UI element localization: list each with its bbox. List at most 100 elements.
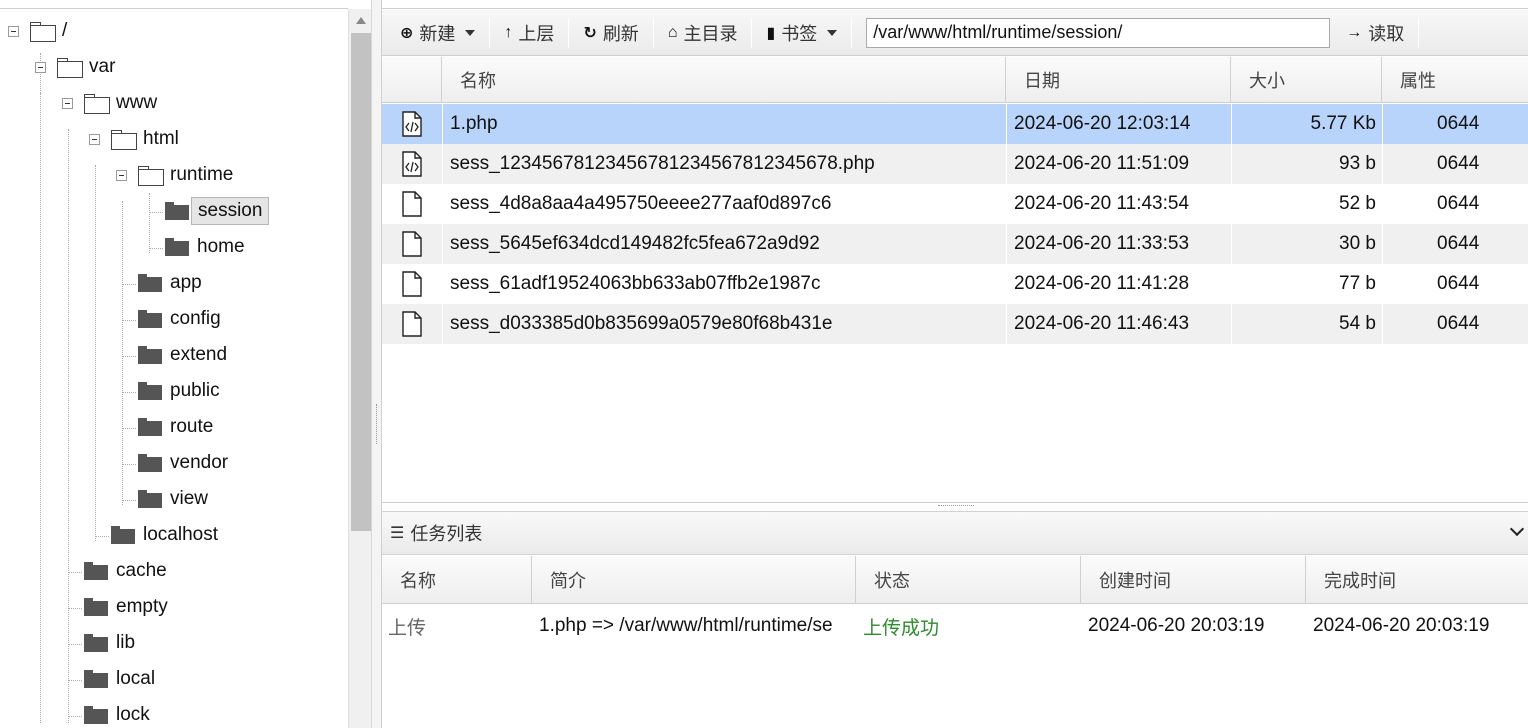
read-label: 读取: [1368, 23, 1405, 45]
up-level-button[interactable]: ↑ 上层: [492, 18, 566, 48]
file-icon-cell: [382, 264, 442, 304]
tree-node-label: home: [197, 236, 245, 257]
panel-splitter[interactable]: [372, 0, 382, 728]
arrow-up-icon: ↑: [504, 23, 513, 41]
tree-node-config[interactable]: config: [138, 301, 221, 337]
tree-node-extend[interactable]: extend: [138, 337, 227, 373]
file-attr: 0644: [1382, 224, 1528, 264]
tree-node-runtime[interactable]: runtime: [138, 157, 233, 193]
tree-guide-line: [149, 193, 150, 253]
task-row[interactable]: 上传 1.php => /var/www/html/runtime/se 上传成…: [382, 605, 1528, 647]
column-header-attr[interactable]: 属性: [1382, 57, 1528, 103]
tree-guide-line: [122, 284, 136, 285]
folder-icon: [84, 706, 108, 724]
tree-node-label: runtime: [170, 164, 234, 185]
toolbar-separator: [1418, 17, 1420, 48]
tree-node-label: vendor: [170, 452, 229, 473]
collapse-toggle-icon[interactable]: [8, 26, 19, 37]
tree-guide-line: [122, 392, 136, 393]
task-column-name[interactable]: 名称: [382, 556, 532, 604]
task-column-created[interactable]: 创建时间: [1081, 556, 1306, 604]
toolbar-separator: [652, 17, 654, 48]
tree-node-route[interactable]: route: [138, 409, 213, 445]
tree-scrollbar[interactable]: [348, 9, 371, 728]
file-size: 93 b: [1231, 144, 1382, 184]
caret-down-icon: [465, 29, 476, 36]
file-date: 2024-06-20 11:46:43: [1006, 304, 1231, 344]
column-header-date[interactable]: 日期: [1006, 57, 1231, 103]
folder-icon: [138, 418, 162, 436]
folder-icon: [138, 454, 162, 472]
task-column-finished[interactable]: 完成时间: [1306, 556, 1528, 604]
splitter-grip[interactable]: [376, 404, 377, 444]
tree-top-border: [0, 0, 348, 9]
tree-node-session[interactable]: session: [165, 193, 270, 229]
tree-node-public[interactable]: public: [138, 373, 220, 409]
tree-node-home[interactable]: home: [165, 229, 245, 265]
folder-icon: [84, 670, 108, 688]
tree-node-lib[interactable]: lib: [84, 625, 135, 661]
toolbar-separator: [851, 17, 853, 48]
home-button[interactable]: ⌂ 主目录: [656, 18, 750, 48]
file-row[interactable]: sess_12345678123456781234567812345678.ph…: [382, 144, 1528, 184]
folder-icon: [111, 526, 135, 544]
column-header-name[interactable]: 名称: [442, 57, 1006, 103]
scroll-up-arrow-icon[interactable]: [356, 17, 366, 24]
column-header-size[interactable]: 大小: [1231, 57, 1382, 103]
tree-node-label-selected: session: [191, 197, 270, 225]
file-row[interactable]: sess_61adf19524063bb633ab07ffb2e1987c 20…: [382, 264, 1528, 304]
file-icon-cell: [382, 304, 442, 344]
file-panel-top-border: [382, 0, 1528, 9]
task-column-desc[interactable]: 简介: [532, 556, 856, 604]
collapse-toggle-icon[interactable]: [62, 98, 73, 109]
file-row[interactable]: sess_4d8a8aa4a495750eeee277aaf0d897c6 20…: [382, 184, 1528, 224]
path-input[interactable]: [866, 17, 1331, 48]
file-attr: 0644: [1382, 184, 1528, 224]
file-row[interactable]: sess_d033385d0b835699a0579e80f68b431e 20…: [382, 304, 1528, 344]
caret-down-icon: [827, 29, 838, 36]
read-button[interactable]: → 读取: [1330, 18, 1416, 48]
file-date: 2024-06-20 11:43:54: [1006, 184, 1231, 224]
tree-node-label: var: [89, 56, 116, 77]
bookmark-button[interactable]: ▮ 书签: [754, 18, 849, 48]
tree-node-view[interactable]: view: [138, 481, 208, 517]
tree-node-local[interactable]: local: [84, 661, 155, 697]
plus-circle-icon: ⊕: [400, 24, 414, 42]
up-level-label: 上层: [518, 23, 555, 45]
tree-node-label: extend: [170, 344, 228, 365]
scrollbar-thumb[interactable]: [351, 33, 371, 531]
tree-node-label: empty: [116, 596, 168, 617]
tree-node-vendor[interactable]: vendor: [138, 445, 228, 481]
bookmark-label: 书签: [781, 23, 818, 45]
collapse-toggle-icon[interactable]: [89, 134, 100, 145]
tree-node-label: local: [116, 668, 156, 689]
tree-node-label: config: [170, 308, 221, 329]
file-row[interactable]: sess_5645ef634dcd149482fc5fea672a9d92 20…: [382, 224, 1528, 264]
tree-node-root[interactable]: /: [30, 13, 67, 49]
file-row[interactable]: 1.php 2024-06-20 12:03:14 5.77 Kb 0644: [382, 104, 1528, 144]
new-button[interactable]: ⊕ 新建: [382, 18, 487, 48]
task-desc: 1.php => /var/www/html/runtime/se: [539, 615, 833, 636]
collapse-toggle-icon[interactable]: [116, 170, 127, 181]
tree-node-html[interactable]: html: [111, 121, 179, 157]
tree-guide-line: [122, 464, 136, 465]
panel-resize-grip[interactable]: [938, 505, 974, 506]
tree-node-app[interactable]: app: [138, 265, 202, 301]
tree-node-lock[interactable]: lock: [84, 697, 150, 728]
file-icon: [402, 231, 422, 257]
tree-node-empty[interactable]: empty: [84, 589, 168, 625]
tree-node-localhost[interactable]: localhost: [111, 517, 218, 553]
tree-node-label: /: [62, 20, 68, 41]
tree-guide-line: [149, 212, 163, 213]
tree-node-www[interactable]: www: [84, 85, 157, 121]
home-label: 主目录: [683, 23, 738, 45]
task-column-status[interactable]: 状态: [856, 556, 1081, 604]
task-list-titlebar[interactable]: ☰ 任务列表: [382, 511, 1528, 555]
tree-node-var[interactable]: var: [57, 49, 115, 85]
refresh-button[interactable]: ↻ 刷新: [571, 18, 650, 48]
collapse-toggle-icon[interactable]: [35, 62, 46, 73]
list-icon: ☰: [390, 525, 405, 542]
tree-node-cache[interactable]: cache: [84, 553, 167, 589]
chevron-down-icon[interactable]: [1509, 521, 1525, 537]
tree-guide-line: [68, 572, 82, 573]
